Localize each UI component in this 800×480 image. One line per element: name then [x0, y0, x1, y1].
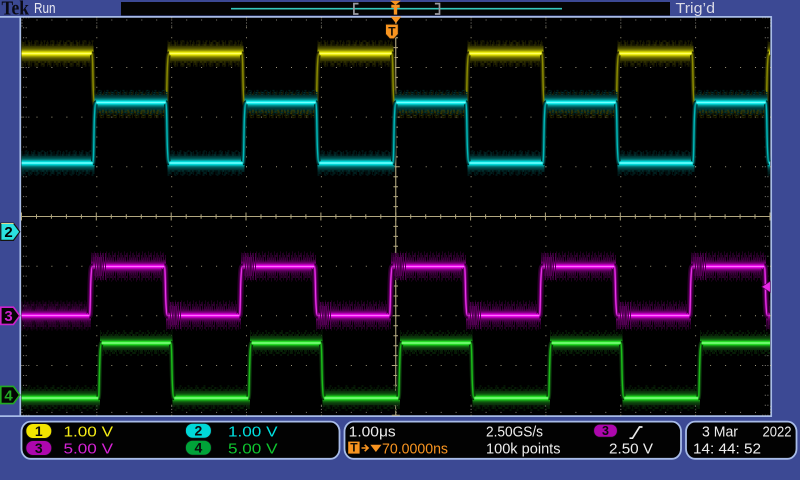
svg-text:Trig’d: Trig’d: [676, 0, 716, 17]
svg-text:1: 1: [35, 423, 43, 439]
svg-text:T: T: [350, 441, 358, 455]
svg-text:1.00 V: 1.00 V: [64, 423, 114, 440]
svg-text:Run: Run: [34, 0, 56, 17]
svg-text:100k points: 100k points: [486, 440, 561, 457]
svg-text:5.00 V: 5.00 V: [228, 440, 278, 457]
svg-text:3: 3: [602, 424, 609, 438]
svg-text:3: 3: [35, 440, 43, 456]
svg-text:3: 3: [4, 308, 12, 325]
svg-text:70.0000ns: 70.0000ns: [382, 440, 448, 457]
svg-text:2022: 2022: [763, 423, 792, 440]
svg-text:3 Mar: 3 Mar: [702, 423, 738, 440]
svg-text:14: 44: 52: 14: 44: 52: [693, 440, 761, 457]
svg-text:2: 2: [195, 423, 203, 439]
svg-text:2.50 V: 2.50 V: [609, 440, 654, 457]
svg-text:1.00 V: 1.00 V: [228, 423, 278, 440]
svg-text:2: 2: [4, 224, 12, 241]
svg-text:2.50GS/s: 2.50GS/s: [486, 423, 543, 440]
svg-text:1.00μs: 1.00μs: [349, 423, 396, 440]
svg-text:5.00 V: 5.00 V: [64, 440, 114, 457]
svg-text:4: 4: [195, 440, 203, 456]
svg-text:4: 4: [4, 387, 13, 404]
svg-text:T: T: [388, 24, 396, 38]
